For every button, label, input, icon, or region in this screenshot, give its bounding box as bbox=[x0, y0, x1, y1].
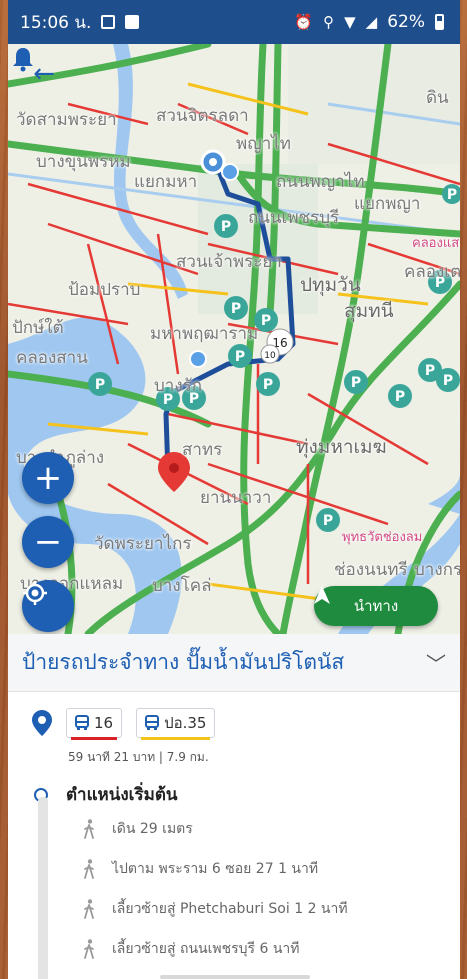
map-label: สวนจิตรลดา bbox=[156, 106, 249, 126]
locate-button[interactable] bbox=[22, 580, 74, 632]
navigate-button[interactable]: นำทาง bbox=[314, 586, 438, 626]
svg-text:P: P bbox=[351, 375, 361, 391]
svg-text:P: P bbox=[425, 363, 435, 379]
svg-text:P: P bbox=[221, 219, 231, 235]
map-label: สุมทนี bbox=[344, 300, 394, 322]
bus-route-chip[interactable]: 16 bbox=[66, 708, 123, 740]
walk-icon bbox=[84, 859, 94, 879]
map-label: บางรัก bbox=[154, 376, 203, 396]
map-label: สวนเจ้าพระยา bbox=[176, 252, 282, 272]
map-label: แยกพญา bbox=[354, 194, 421, 214]
map-label: ถนนพญาไท bbox=[276, 172, 365, 192]
phone-screen: 15:06 น. ⏰ ⚲ ▼ ◢ 62% P P P P P P P P P P… bbox=[8, 0, 460, 979]
bus-icon bbox=[145, 715, 160, 730]
start-label: ตำแหน่งเริ่มต้น bbox=[66, 785, 178, 805]
walk-icon bbox=[84, 939, 94, 959]
signal-icon: ◢ bbox=[365, 13, 378, 31]
route-color-bar bbox=[71, 737, 118, 740]
map-label: คลองสาน bbox=[16, 348, 88, 368]
destination-title: ป้ายรถประจำทาง ปั๊มน้ำมันปริโตนัส bbox=[22, 650, 345, 674]
step-text: เลี้ยวซ้ายสู่ Phetchaburi Soi 1 2 นาที bbox=[112, 901, 348, 917]
map-label: วัดสามพระยา bbox=[16, 110, 117, 130]
trip-meta: 59 นาที 21 บาท | 7.9 กม. bbox=[68, 750, 209, 764]
route-summary[interactable]: 16 ปอ.35 bbox=[8, 692, 460, 740]
svg-text:10: 10 bbox=[264, 351, 276, 361]
timeline-rail bbox=[38, 797, 48, 979]
photo-icon bbox=[125, 15, 140, 29]
map-label: คลองแสน bbox=[412, 236, 460, 251]
svg-text:P: P bbox=[443, 373, 453, 389]
status-time: 15:06 น. bbox=[20, 12, 92, 33]
chevron-down-icon[interactable]: ﹀ bbox=[426, 648, 446, 677]
walk-icon bbox=[84, 899, 94, 919]
svg-text:P: P bbox=[323, 513, 333, 529]
svg-text:P: P bbox=[447, 187, 457, 203]
bus-route-number: ปอ.35 bbox=[164, 714, 207, 732]
bus-icon bbox=[75, 715, 89, 730]
alarm-icon: ⏰ bbox=[294, 13, 314, 31]
svg-text:P: P bbox=[95, 377, 105, 393]
wifi-icon: ▼ bbox=[344, 13, 356, 31]
map-label: สาทร bbox=[182, 440, 223, 460]
step-item[interactable]: ไปตาม พระราม 6 ซอย 27 1 นาที bbox=[8, 850, 460, 888]
bus-route-chip[interactable]: ปอ.35 bbox=[136, 708, 216, 740]
step-item[interactable]: เลี้ยวซ้ายสู่ ถนนเพชรบุรี 6 นาที bbox=[8, 930, 460, 968]
map-label: ป้อมปราบ bbox=[68, 280, 141, 300]
map-label: ถนนเพชรบุรี bbox=[248, 208, 340, 228]
battery-percent: 62% bbox=[387, 12, 425, 32]
svg-text:P: P bbox=[263, 377, 273, 393]
map-label: ช่องนนทรี bbox=[334, 560, 408, 580]
sheet-header[interactable]: ป้ายรถประจำทาง ปั๊มน้ำมันปริโตนัส ﹀ bbox=[8, 634, 460, 692]
map-label: คลองเตย bbox=[404, 262, 460, 282]
map-label: บางกระเจ้า bbox=[414, 560, 460, 580]
map-label: ดิน bbox=[426, 88, 449, 108]
map-label: ทุ่งมหาเมฆ bbox=[296, 436, 387, 458]
map-label: มหาพฤฒาราม bbox=[150, 324, 259, 344]
sheet-handle[interactable] bbox=[160, 975, 310, 979]
step-text: ไปตาม พระราม 6 ซอย 27 1 นาที bbox=[112, 861, 319, 877]
svg-text:P: P bbox=[261, 313, 271, 329]
map-label: พญาไท bbox=[236, 134, 291, 154]
map-label: บางโคล่ bbox=[152, 576, 212, 596]
step-text: เดิน 29 เมตร bbox=[112, 821, 193, 837]
svg-text:P: P bbox=[231, 301, 241, 317]
walk-icon bbox=[84, 819, 94, 839]
map-view[interactable]: P P P P P P P P P P P P P P P 16 10 วัดส… bbox=[8, 44, 460, 634]
step-list: ตำแหน่งเริ่มต้น เดิน 29 เมตร ไปตาม พระรา… bbox=[8, 767, 460, 979]
bell-icon[interactable] bbox=[8, 44, 38, 74]
zoom-out-button[interactable]: − bbox=[22, 516, 74, 568]
zoom-in-button[interactable]: + bbox=[22, 452, 74, 504]
notification-icon bbox=[101, 15, 116, 29]
route-sheet: ป้ายรถประจำทาง ปั๊มน้ำมันปริโตนัส ﹀ 16 ป… bbox=[8, 634, 460, 979]
location-pin-icon bbox=[32, 710, 52, 736]
svg-text:P: P bbox=[235, 349, 245, 365]
navigate-label: นำทาง bbox=[353, 597, 399, 615]
navigation-arrow-icon bbox=[314, 586, 330, 604]
step-item[interactable]: เลี้ยวซ้ายสู่ Phetchaburi Soi 1 2 นาที bbox=[8, 890, 460, 928]
start-point[interactable]: ตำแหน่งเริ่มต้น bbox=[8, 781, 460, 808]
map-label: วัดพระยาไกร bbox=[94, 534, 192, 554]
step-text: เลี้ยวซ้ายสู่ ถนนเพชรบุรี 6 นาที bbox=[112, 941, 300, 957]
map-label: บางขุนพรหม bbox=[36, 152, 131, 172]
step-item[interactable]: เดิน 29 เมตร bbox=[8, 810, 460, 848]
status-bar: 15:06 น. ⏰ ⚲ ▼ ◢ 62% bbox=[8, 0, 460, 44]
svg-text:P: P bbox=[395, 389, 405, 405]
locate-icon bbox=[23, 581, 47, 605]
battery-icon bbox=[435, 14, 444, 30]
location-icon: ⚲ bbox=[323, 13, 335, 31]
route-color-bar bbox=[141, 737, 211, 740]
map-label: ยานนาวา bbox=[200, 488, 272, 508]
bus-route-number: 16 bbox=[94, 714, 114, 732]
map-label: ปักษ์ใต้ bbox=[12, 318, 64, 338]
map-label: แยกมหา bbox=[134, 172, 198, 192]
map-label: พุทธวัตช่องลม bbox=[342, 530, 423, 545]
